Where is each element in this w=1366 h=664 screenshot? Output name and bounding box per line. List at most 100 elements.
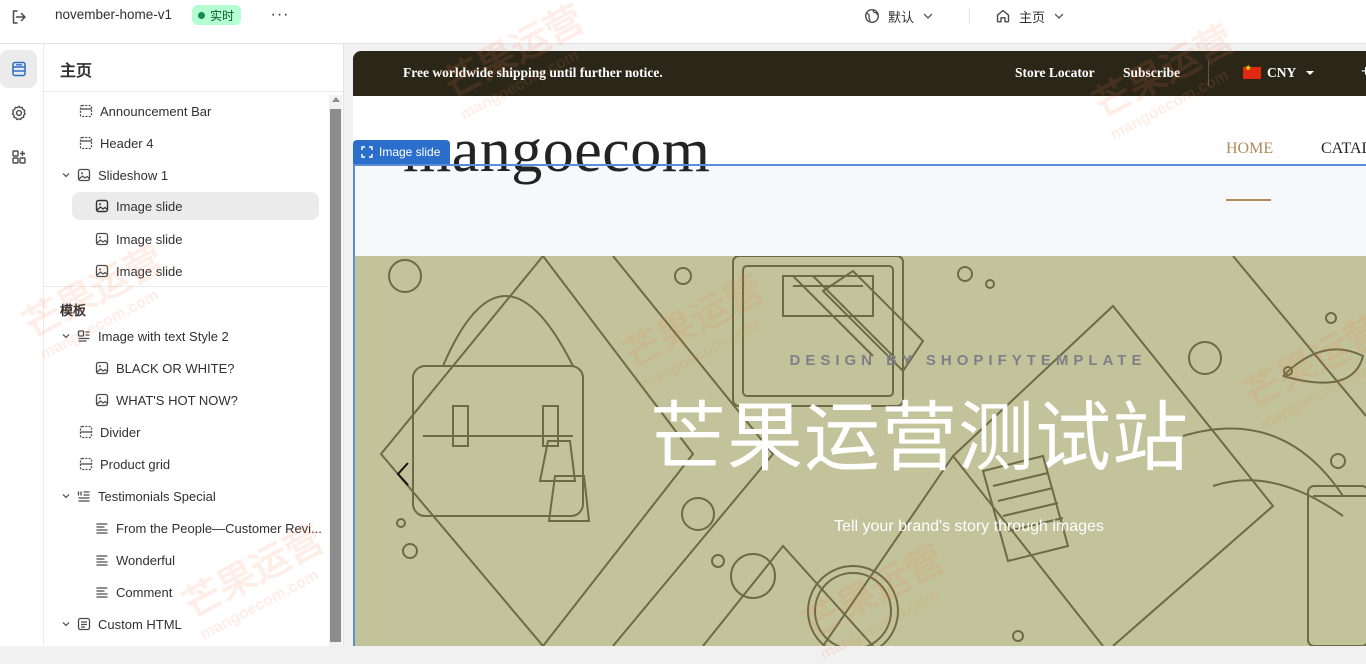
tree-item-label: From the People—Customer Revi...: [116, 520, 322, 536]
nav-active-underline: [1226, 199, 1271, 201]
selection-tag[interactable]: Image slide: [353, 140, 451, 164]
tree-item-product-grid[interactable]: Product grid: [78, 450, 170, 478]
tree-item-testimonials-special[interactable]: Testimonials Special: [58, 482, 216, 510]
currency-selector[interactable]: CNY: [1243, 64, 1315, 81]
apps-icon: [11, 150, 26, 164]
sidebar-title: 主页: [60, 63, 93, 80]
tree-item-image-slide[interactable]: Image slide: [94, 257, 182, 285]
tree-item-label: Product grid: [100, 456, 171, 472]
template-group-label: 模板: [60, 303, 87, 318]
text-icon: [94, 584, 110, 600]
image-icon: [94, 198, 110, 214]
tree-item-custom-html[interactable]: Custom HTML: [58, 610, 182, 638]
store-locator-link[interactable]: Store Locator: [1015, 65, 1095, 81]
tree-item-image-slide-selected[interactable]: Image slide: [72, 192, 319, 220]
selection-tag-label: Image slide: [379, 145, 441, 159]
html-icon: [76, 616, 92, 632]
announcement-divider: [1208, 61, 1209, 86]
more-actions-button[interactable]: ···: [268, 4, 292, 26]
nav-link-home[interactable]: HOME: [1226, 140, 1273, 158]
image-icon: [94, 231, 110, 247]
slideshow-icon: [76, 167, 92, 183]
exit-icon[interactable]: [8, 6, 30, 28]
sections-rail-button[interactable]: [0, 50, 37, 88]
tree-item-label: BLACK OR WHITE?: [116, 360, 235, 376]
tree-item-label: Wonderful: [116, 552, 176, 568]
tree-item-image-slide[interactable]: Image slide: [94, 225, 182, 253]
live-dot-icon: [198, 11, 205, 19]
editor-rail: [0, 44, 44, 646]
store-header: mangoecom HOME CATAL: [353, 96, 1366, 256]
scroll-up-arrow-icon[interactable]: [332, 97, 340, 102]
live-label: 实时: [210, 8, 235, 23]
announcement-bar: Free worldwide shipping until further no…: [353, 51, 1366, 96]
page-label: 主页: [1019, 9, 1046, 25]
tree-item-announcement-bar[interactable]: Announcement Bar: [78, 97, 211, 125]
section-icon: [78, 456, 94, 472]
theme-name: november-home-v1: [55, 7, 173, 22]
section-icon: [78, 424, 94, 440]
tree-item-label: Testimonials Special: [98, 488, 216, 504]
section-icon: [78, 103, 94, 119]
sidebar-scrollbar-thumb[interactable]: [330, 109, 341, 642]
text-icon: [94, 552, 110, 568]
slide-headline: 芒果运营测试站: [650, 396, 1189, 481]
tree-item-label: Header 4: [100, 135, 154, 151]
slide-prev-button[interactable]: [391, 457, 415, 491]
tree-item-label: Announcement Bar: [100, 103, 212, 119]
tree-item-label: Image slide: [116, 263, 183, 279]
tree-item-comment[interactable]: Comment: [94, 578, 172, 606]
tree-item-label: Image slide: [116, 231, 183, 247]
chevron-down-icon[interactable]: [58, 488, 74, 504]
locale-selector[interactable]: 默认: [864, 5, 934, 27]
image-icon: [94, 360, 110, 376]
tree-item-header-4[interactable]: Header 4: [78, 129, 153, 157]
tree-item-from-the-people[interactable]: From the People—Customer Revi...: [94, 514, 322, 542]
preview-frame: Free worldwide shipping until further no…: [353, 51, 1366, 646]
topbar-divider: [969, 8, 970, 24]
tree-item-label: Divider: [100, 424, 141, 440]
tree-item-whats-hot-now[interactable]: WHAT'S HOT NOW?: [94, 386, 238, 414]
announcement-message: Free worldwide shipping until further no…: [403, 65, 663, 80]
home-icon: [996, 9, 1010, 23]
china-flag-icon: [1243, 64, 1261, 79]
image-icon: [94, 263, 110, 279]
slideshow-slide[interactable]: DESIGN BY SHOPIFYTEMPLATE 芒果运营测试站 Tell y…: [353, 256, 1366, 646]
group-divider: [44, 286, 328, 287]
tree-item-label: Image slide: [116, 198, 183, 214]
tree-item-label: WHAT'S HOT NOW?: [116, 392, 238, 408]
settings-rail-button[interactable]: [0, 94, 37, 132]
tree-item-label: Custom HTML: [98, 616, 182, 632]
tree-item-wonderful[interactable]: Wonderful: [94, 546, 175, 574]
sidebar-divider: [44, 91, 343, 92]
locale-label: 默认: [888, 9, 915, 25]
tree-item-divider[interactable]: Divider: [78, 418, 140, 446]
nav-link-catalog[interactable]: CATAL: [1321, 140, 1366, 158]
tree-item-black-or-white[interactable]: BLACK OR WHITE?: [94, 354, 234, 382]
tree-item-image-with-text[interactable]: Image with text Style 2: [58, 322, 229, 350]
overflow-plus[interactable]: +: [1361, 63, 1366, 81]
chevron-down-icon[interactable]: [58, 328, 74, 344]
subscribe-link[interactable]: Subscribe: [1123, 65, 1180, 81]
editor-topbar: november-home-v1 实时 ··· 默认 主页: [0, 0, 1366, 44]
page-selector[interactable]: 主页: [995, 5, 1065, 27]
list-icon: [76, 488, 92, 504]
chevron-down-icon[interactable]: [58, 167, 74, 183]
tree-item-label: Slideshow 1: [98, 167, 169, 183]
chevron-down-icon: [1054, 13, 1064, 19]
image-icon: [94, 392, 110, 408]
currency-label: CNY: [1267, 65, 1297, 80]
slide-kicker: DESIGN BY SHOPIFYTEMPLATE: [789, 352, 1147, 369]
tree-item-label: Image with text Style 2: [98, 328, 229, 344]
tree-item-slideshow-1[interactable]: Slideshow 1: [58, 161, 168, 189]
tree-item-label: Comment: [116, 584, 173, 600]
selection-frame-icon: [361, 146, 373, 158]
theme-preview: Free worldwide shipping until further no…: [345, 44, 1366, 646]
chevron-down-icon: [923, 13, 933, 19]
image-text-icon: [76, 328, 92, 344]
sections-icon: [11, 61, 26, 77]
apps-rail-button[interactable]: [0, 138, 37, 176]
slide-subtext: Tell your brand's story through images: [834, 518, 1104, 535]
live-status-badge: 实时: [192, 5, 242, 25]
chevron-down-icon[interactable]: [58, 616, 74, 632]
